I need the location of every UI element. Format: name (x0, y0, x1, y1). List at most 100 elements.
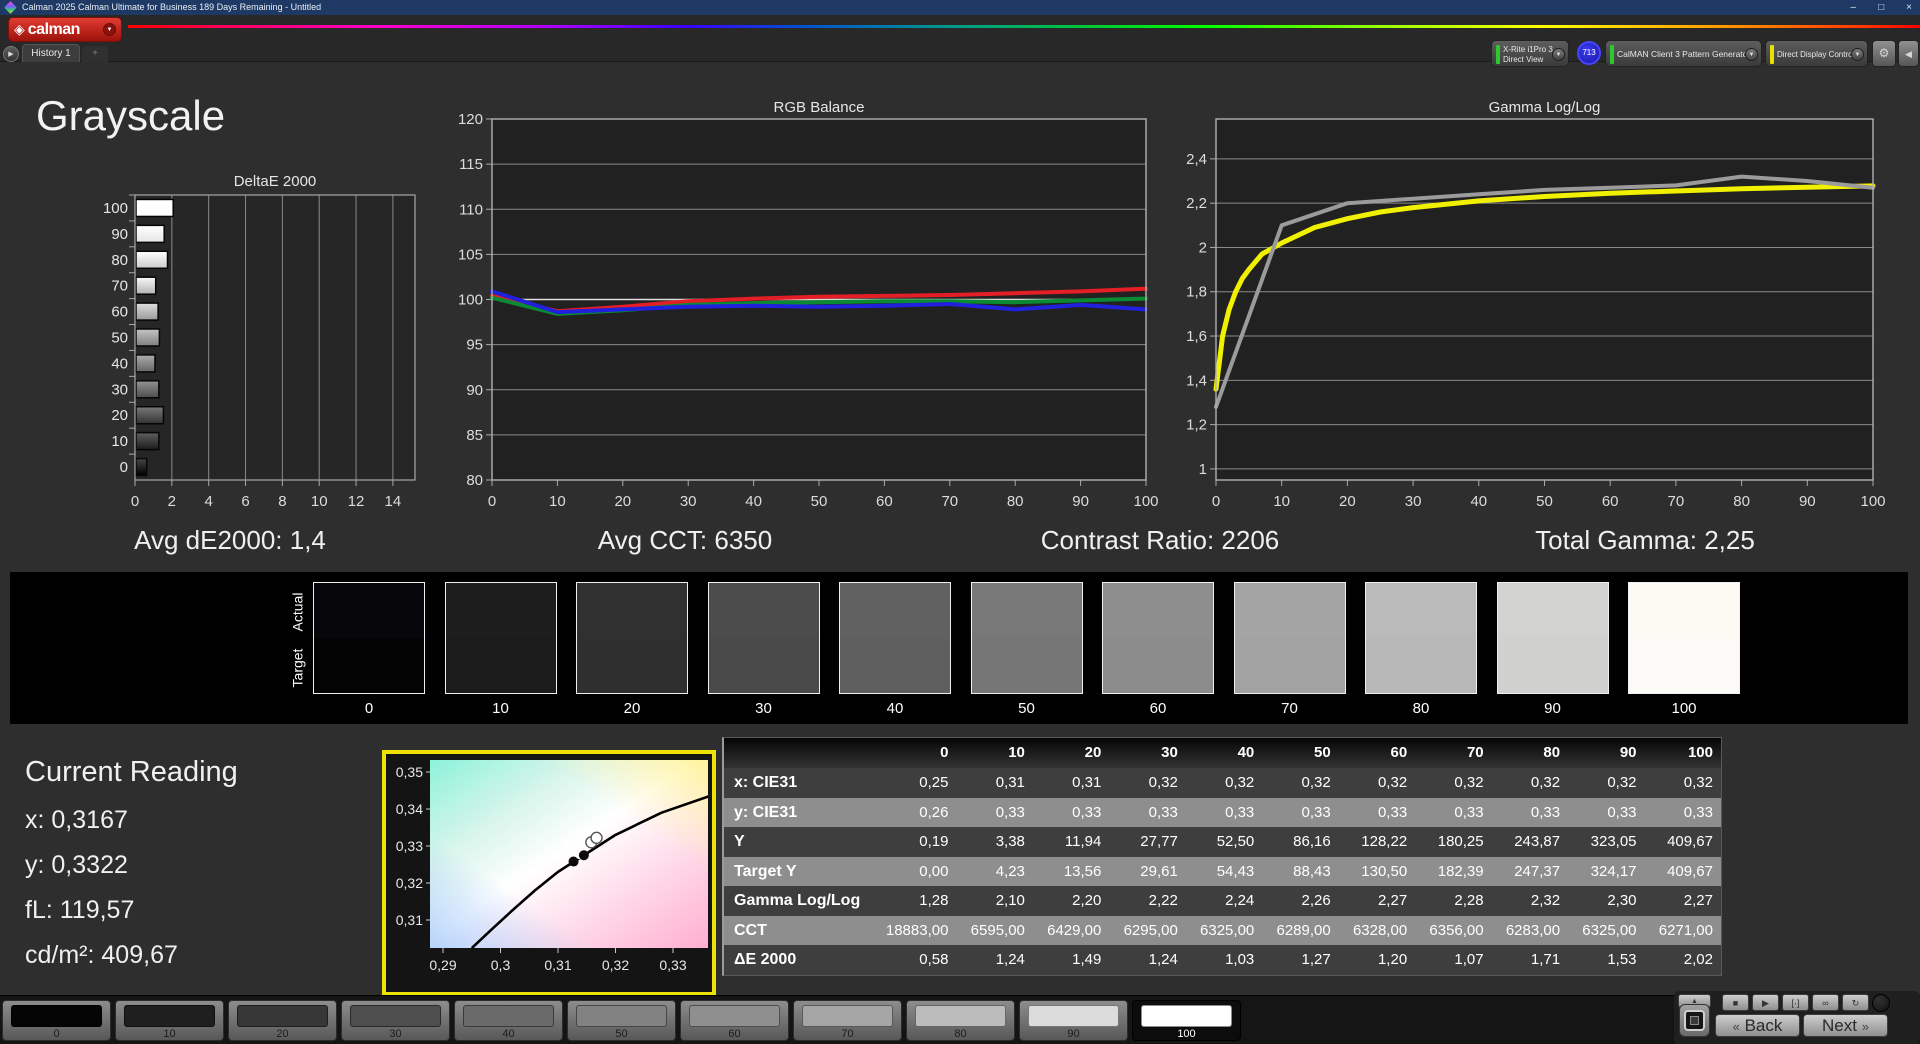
pattern-patch-button-40[interactable]: 40 (454, 1000, 563, 1041)
svg-text:80: 80 (1733, 493, 1750, 510)
meter-select-button[interactable]: X-Rite i1Pro 3 Direct View ▼ (1491, 40, 1569, 67)
display-control-label: Direct Display Control (1777, 50, 1855, 59)
table-row-label: Gamma Log/Log (734, 892, 861, 909)
svg-text:90: 90 (1799, 493, 1816, 510)
pattern-patch-button-70[interactable]: 70 (793, 1000, 902, 1041)
patch-label: 100 (1177, 1028, 1196, 1040)
table-cell: 2,22 (1148, 892, 1178, 909)
svg-text:Gamma Log/Log: Gamma Log/Log (1489, 99, 1601, 116)
calman-app-window: Calman 2025 Calman Ultimate for Business… (0, 0, 1920, 1044)
target-row-label: Target (289, 648, 306, 688)
table-cell: 1,07 (1454, 951, 1484, 968)
grayscale-swatch-90 (1496, 582, 1609, 694)
calman-menu-button[interactable]: ◈ calman ▼ (8, 17, 122, 42)
swatch-level-label: 40 (886, 700, 904, 717)
swatch-level-label: 30 (755, 700, 772, 717)
grayscale-swatch-10 (444, 582, 557, 694)
pattern-status-indicator (1610, 45, 1614, 64)
svg-text:60: 60 (876, 493, 893, 510)
svg-text:30: 30 (680, 493, 697, 510)
pattern-patch-button-100[interactable]: 100 (1132, 1000, 1241, 1041)
table-column-header: 10 (1008, 744, 1025, 761)
pattern-patch-button-60[interactable]: 60 (680, 1000, 789, 1041)
reading-cdm2: cd/m²: 409,67 (25, 941, 178, 969)
minimize-icon[interactable]: – (1851, 0, 1857, 15)
svg-text:2,2: 2,2 (1186, 195, 1207, 212)
svg-text:0,33: 0,33 (659, 957, 686, 973)
tab-history-1[interactable]: History 1 (22, 44, 80, 62)
table-cell: 0,25 (919, 774, 949, 791)
table-cell: 180,25 (1437, 833, 1484, 850)
table-cell: 0,33 (1683, 803, 1713, 821)
svg-text:40: 40 (1470, 493, 1487, 510)
svg-text:0,31: 0,31 (396, 912, 423, 928)
table-column-header: 100 (1687, 744, 1713, 761)
stop-square-icon (1690, 1016, 1699, 1025)
table-cell: 6325,00 (1582, 921, 1637, 939)
pattern-patch-button-80[interactable]: 80 (906, 1000, 1015, 1041)
svg-text:60: 60 (1602, 493, 1619, 510)
pattern-patch-button-30[interactable]: 30 (341, 1000, 450, 1041)
table-row-label: x: CIE31 (734, 774, 798, 791)
table-cell: 11,94 (1064, 833, 1102, 850)
window-title: Calman 2025 Calman Ultimate for Business… (22, 2, 322, 12)
table-column-header: 40 (1237, 744, 1255, 761)
svg-text:60: 60 (111, 304, 128, 321)
next-button[interactable]: Next » (1803, 1014, 1888, 1037)
patch-label: 60 (728, 1028, 741, 1040)
continuous-button[interactable]: ∞ (1812, 994, 1839, 1011)
svg-text:0,31: 0,31 (544, 957, 571, 973)
chevron-down-icon: ▼ (1552, 48, 1565, 61)
play-button[interactable]: ▶ (1752, 994, 1779, 1011)
pattern-window-toggle[interactable] (1679, 1004, 1710, 1037)
display-status-indicator (1770, 45, 1774, 64)
table-cell: 1,03 (1225, 951, 1255, 968)
svg-text:0,35: 0,35 (396, 764, 423, 780)
loop-button[interactable]: ↻ (1842, 994, 1869, 1011)
patch-color-chip (576, 1005, 667, 1027)
avg-cct-stat: Avg CCT: 6350 (597, 525, 773, 555)
display-control-button[interactable]: Direct Display Control ▼ (1765, 40, 1868, 67)
pattern-generator-button[interactable]: CalMAN Client 3 Pattern Generator ▼ (1605, 40, 1762, 67)
tab-scroll-button[interactable]: ▶ (3, 46, 19, 62)
table-cell: 0,33 (1225, 803, 1255, 821)
pattern-patch-button-50[interactable]: 50 (567, 1000, 676, 1041)
app-icon (4, 1, 17, 14)
table-cell: 0,33 (1454, 803, 1484, 821)
collapse-toolbar-button[interactable]: ◀ (1898, 40, 1919, 67)
table-cell: 6295,00 (1123, 921, 1178, 939)
grayscale-swatch-60 (1102, 582, 1214, 694)
svg-text:0: 0 (131, 493, 139, 510)
stop-button[interactable]: ■ (1722, 994, 1749, 1011)
chevron-down-icon: ▼ (103, 23, 116, 36)
grayscale-swatch-50 (970, 582, 1083, 694)
pattern-patch-button-90[interactable]: 90 (1019, 1000, 1128, 1041)
table-cell: 0,32 (1454, 774, 1484, 791)
table-cell: 6271,00 (1658, 921, 1713, 939)
grayscale-swatch-20 (576, 582, 688, 694)
tab-add-button[interactable]: + (82, 46, 108, 62)
loop-icon: ↻ (1851, 998, 1860, 1008)
cie-chromaticity-panel: 0,31 0,32 0,33 0,34 0,35 0,29 0,3 0,31 0,32 0,33 (382, 750, 716, 996)
svg-text:80: 80 (111, 252, 128, 269)
close-icon[interactable]: × (1906, 0, 1912, 15)
table-row: y: CIE31 0,26 0,33 0,33 0,33 0,33 0,33 0,33 0,33… (724, 797, 1721, 827)
table-cell: 2,10 (995, 892, 1025, 909)
settings-button[interactable]: ⚙ (1872, 40, 1896, 67)
meter-mode-badge[interactable]: 713 (1577, 41, 1601, 65)
svg-text:50: 50 (111, 330, 128, 347)
pattern-patch-button-10[interactable]: 10 (115, 1000, 224, 1041)
svg-text:50: 50 (811, 493, 828, 510)
single-measure-button[interactable]: [·] (1782, 994, 1809, 1011)
pattern-patch-button-0[interactable]: 0 (2, 1000, 111, 1041)
pattern-patch-button-20[interactable]: 20 (228, 1000, 337, 1041)
back-button[interactable]: « Back (1715, 1014, 1800, 1037)
maximize-icon[interactable]: □ (1878, 0, 1884, 15)
svg-text:0: 0 (1212, 493, 1220, 510)
patch-color-chip (124, 1005, 215, 1027)
patch-label: 10 (163, 1028, 176, 1040)
table-cell: 130,50 (1361, 862, 1408, 880)
svg-text:0,33: 0,33 (396, 838, 423, 854)
swatch-level-label: 0 (364, 700, 374, 717)
deltae-2000-chart: DeltaE 20000 2 4 6 8 10 12 14100908070605040302… (103, 173, 416, 510)
